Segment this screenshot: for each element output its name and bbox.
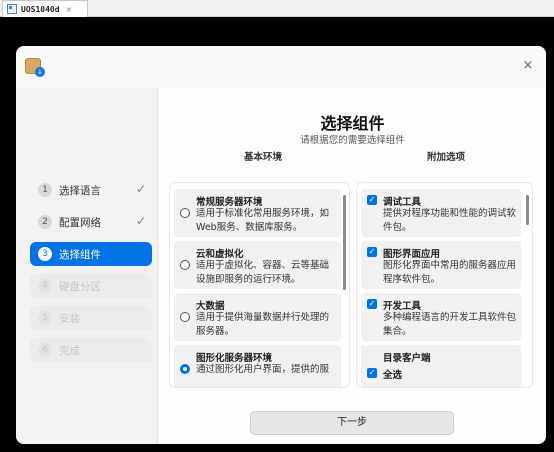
base-env-option[interactable]: 云和虚拟化 适用于虚拟化、容器、云等基础 设施即服务的运行环境。	[174, 241, 341, 289]
download-badge-icon: ↓	[35, 67, 45, 77]
vm-tab-close-icon[interactable]: ×	[66, 5, 73, 14]
checkmark-icon: ✓	[135, 182, 146, 196]
option-description: 适用于虚拟化、容器、云等基础 设施即服务的运行环境。	[196, 260, 330, 285]
step-number: 3	[38, 247, 52, 261]
addon-option[interactable]: 目录客户端 ✓ 全选	[361, 345, 521, 387]
step-number: 2	[38, 215, 52, 229]
checkbox-checked[interactable]: ✓	[367, 299, 377, 309]
radio-button[interactable]	[180, 312, 190, 322]
addon-option[interactable]: ✓ 图形界面应用 图形化界面中常用的服务器应用 程序软件包。	[361, 241, 521, 289]
checkbox-checked[interactable]: ✓	[367, 247, 377, 257]
vm-icon	[7, 4, 17, 14]
vm-tab-bar: UOS1040d ×	[0, 0, 554, 17]
checkbox-checked[interactable]: ✓	[367, 195, 377, 205]
installer-window: ↓ × 1 选择语言 ✓ 2 配置网络 ✓ 3 选择组件 4 硬盘分区 5 安装…	[16, 46, 546, 444]
vm-tab-label: UOS1040d	[21, 4, 60, 14]
step-label: 硬盘分区	[59, 280, 101, 293]
option-title: 图形化服务器环境	[196, 353, 273, 364]
radio-button[interactable]	[180, 208, 190, 218]
step-number: 4	[38, 279, 52, 293]
step-number: 1	[38, 183, 52, 197]
scrollbar[interactable]	[526, 195, 529, 225]
step-number: 5	[38, 311, 52, 325]
checkmark-icon: ✓	[135, 214, 146, 228]
addon-option[interactable]: ✓ 调试工具 提供对程序功能和性能的调试软 件包。	[361, 189, 521, 237]
sidebar-step-components[interactable]: 3 选择组件	[30, 242, 152, 266]
option-description: 提供对程序功能和性能的调试软 件包。	[383, 208, 517, 233]
select-all-label: 全选	[383, 370, 403, 381]
option-description: 适用于提供海量数据并行处理的 服务器。	[196, 312, 330, 337]
sidebar-step-partition: 4 硬盘分区	[30, 274, 152, 298]
sidebar-step-install: 5 安装	[30, 306, 152, 330]
installer-app-icon: ↓	[25, 57, 45, 77]
base-env-option[interactable]: 大数据 适用于提供海量数据并行处理的 服务器。	[174, 293, 341, 341]
option-title: 常规服务器环境	[196, 197, 263, 208]
option-description: 图形化界面中常用的服务器应用 程序软件包。	[383, 260, 517, 285]
scrollbar[interactable]	[343, 195, 346, 290]
sidebar-step-network[interactable]: 2 配置网络 ✓	[30, 210, 152, 234]
next-button[interactable]: 下一步	[250, 411, 454, 435]
step-label: 选择语言	[59, 184, 101, 197]
step-number: 6	[38, 343, 52, 357]
step-label: 安装	[59, 312, 80, 325]
vm-tab[interactable]: UOS1040d ×	[2, 0, 88, 17]
option-title: 目录客户端	[383, 353, 431, 364]
option-title: 开发工具	[383, 301, 422, 312]
select-all-checkbox[interactable]: ✓	[367, 368, 377, 378]
option-title: 云和虚拟化	[196, 249, 244, 260]
step-label: 完成	[59, 344, 80, 357]
main-content: 选择组件 请根据您的需要选择组件 基本环境 附加选项 常规服务器环境 适用于标准…	[159, 88, 546, 444]
radio-button[interactable]	[180, 260, 190, 270]
title-bar: ↓ ×	[16, 46, 546, 88]
base-env-option[interactable]: 常规服务器环境 适用于标准化常用服务环境，如 Web服务、数据库服务。	[174, 189, 341, 237]
option-title: 图形界面应用	[383, 249, 441, 260]
option-description: 适用于标准化常用服务环境，如 Web服务、数据库服务。	[196, 208, 330, 233]
page-title: 选择组件	[320, 114, 385, 133]
base-env-option[interactable]: 图形化服务器环境 通过图形化用户界面，提供的服	[174, 345, 341, 387]
step-label: 配置网络	[59, 216, 101, 229]
sidebar-step-finish: 6 完成	[30, 338, 152, 362]
vm-screen-border	[0, 17, 554, 46]
option-description: 多种编程语言的开发工具软件包 集合。	[383, 312, 517, 337]
option-title: 大数据	[196, 301, 225, 312]
steps-sidebar: 1 选择语言 ✓ 2 配置网络 ✓ 3 选择组件 4 硬盘分区 5 安装 6 完…	[16, 88, 158, 444]
option-description: 通过图形化用户界面，提供的服	[196, 364, 330, 375]
addons-list[interactable]: ✓ 调试工具 提供对程序功能和性能的调试软 件包。 ✓ 图形界面应用 图形化界面…	[356, 182, 533, 388]
step-label: 选择组件	[59, 248, 101, 261]
base-env-list[interactable]: 常规服务器环境 适用于标准化常用服务环境，如 Web服务、数据库服务。 云和虚拟…	[169, 182, 350, 388]
close-button[interactable]: ×	[520, 58, 536, 74]
addon-option[interactable]: ✓ 开发工具 多种编程语言的开发工具软件包 集合。	[361, 293, 521, 341]
option-title: 调试工具	[383, 197, 422, 208]
page-subtitle: 请根据您的需要选择组件	[300, 135, 405, 146]
base-env-header: 基本环境	[244, 152, 283, 163]
sidebar-step-language[interactable]: 1 选择语言 ✓	[30, 178, 152, 202]
radio-button-selected[interactable]	[180, 364, 190, 374]
addons-header: 附加选项	[427, 152, 466, 163]
